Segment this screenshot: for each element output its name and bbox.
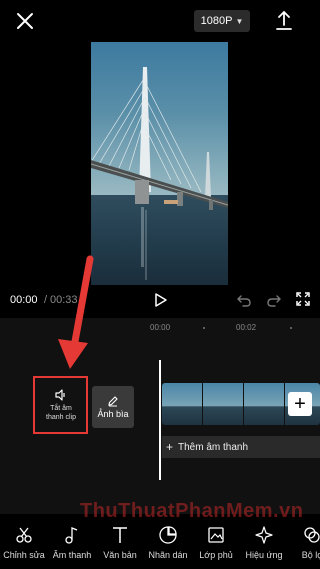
music-note-icon: [65, 527, 78, 544]
mute-clip-button[interactable]: Tắt âm thanh clip: [36, 378, 86, 432]
speaker-icon: [55, 389, 65, 401]
video-preview[interactable]: [91, 42, 228, 285]
close-icon: [17, 13, 33, 29]
redo-icon: [267, 295, 281, 307]
clip-thumbnail: [244, 383, 285, 425]
tool-label: Bộ lọ: [301, 550, 320, 560]
play-icon: [155, 293, 167, 307]
ruler-dot: [290, 327, 292, 329]
pencil-icon: [108, 396, 118, 407]
export-button[interactable]: [273, 9, 295, 33]
cover-label: Ảnh bìa: [97, 409, 129, 419]
chevron-down-icon: ▼: [235, 16, 244, 26]
undo-button[interactable]: [236, 292, 252, 308]
tool-text[interactable]: Văn bản: [96, 520, 144, 569]
tool-sticker[interactable]: Nhãn dán: [144, 520, 192, 569]
resolution-label: 1080P: [200, 15, 233, 27]
tool-effects[interactable]: Hiệu ứng: [240, 520, 288, 569]
undo-icon: [237, 295, 251, 307]
annotation-arrow-icon: [58, 255, 94, 369]
bottom-toolbar: Chỉnh sửa Âm thanh Văn bản Nhãn dán Lớp …: [0, 520, 320, 569]
top-bar: 1080P ▼: [0, 0, 320, 44]
overlay-icon: [208, 527, 224, 543]
sparkle-icon: [255, 526, 273, 544]
tool-overlay[interactable]: Lớp phủ: [192, 520, 240, 569]
tool-label: Chỉnh sửa: [3, 550, 45, 560]
current-time: 00:00: [10, 294, 38, 306]
close-button[interactable]: [14, 10, 36, 32]
add-audio-label: Thêm âm thanh: [178, 441, 249, 453]
redo-button[interactable]: [266, 292, 282, 308]
scissors-icon: [16, 527, 32, 543]
add-clip-button[interactable]: +: [288, 392, 312, 416]
plus-icon: +: [294, 393, 306, 415]
playhead[interactable]: [159, 360, 161, 480]
fullscreen-button[interactable]: [296, 292, 310, 306]
play-button[interactable]: [152, 292, 168, 308]
tool-label: Âm thanh: [52, 550, 92, 560]
resolution-dropdown[interactable]: 1080P ▼: [194, 10, 250, 32]
mute-clip-label: Tắt âm thanh clip: [46, 404, 76, 421]
tool-audio[interactable]: Âm thanh: [48, 520, 96, 569]
filter-icon: [304, 527, 320, 543]
tool-label: Hiệu ứng: [245, 550, 283, 560]
bridge-image: [91, 67, 228, 280]
tool-edit[interactable]: Chỉnh sửa: [0, 520, 48, 569]
tool-filter[interactable]: Bộ lọ: [288, 520, 320, 569]
tool-label: Văn bản: [103, 550, 137, 560]
text-icon: [113, 527, 127, 543]
tool-label: Nhãn dán: [148, 550, 188, 560]
fullscreen-icon: [296, 292, 310, 306]
ruler-label: 00:02: [236, 323, 257, 332]
ruler-label: 00:00: [150, 323, 171, 332]
clip-thumbnail: [203, 383, 244, 425]
sticker-icon: [159, 526, 177, 544]
add-audio-button[interactable]: + Thêm âm thanh: [162, 436, 320, 458]
plus-icon: +: [166, 440, 174, 454]
clip-thumbnail: [162, 383, 203, 425]
cover-button[interactable]: Ảnh bìa: [92, 386, 134, 428]
tool-label: Lớp phủ: [199, 550, 233, 560]
ruler-dot: [203, 327, 205, 329]
export-icon: [276, 10, 292, 30]
time-separator: /: [44, 294, 48, 306]
